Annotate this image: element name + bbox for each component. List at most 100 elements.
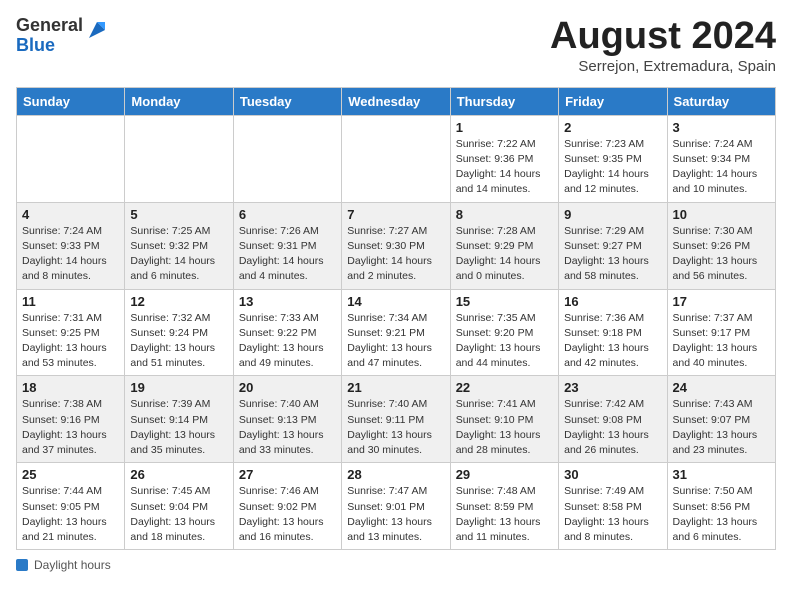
day-cell-empty-0-0 xyxy=(17,115,125,202)
day-cell-31: 31 Sunrise: 7:50 AM Sunset: 8:56 PM Dayli… xyxy=(667,463,775,550)
day-number: 15 xyxy=(456,294,553,309)
day-info: Sunrise: 7:30 AM Sunset: 9:26 PM Dayligh… xyxy=(673,224,770,285)
logo: General Blue xyxy=(16,16,109,56)
header-row: SundayMondayTuesdayWednesdayThursdayFrid… xyxy=(17,87,776,115)
day-info: Sunrise: 7:49 AM Sunset: 8:58 PM Dayligh… xyxy=(564,484,661,545)
day-number: 4 xyxy=(22,207,119,222)
day-cell-17: 17Sunrise: 7:37 AM Sunset: 9:17 PM Dayli… xyxy=(667,289,775,376)
col-header-wednesday: Wednesday xyxy=(342,87,450,115)
day-cell-11: 11Sunrise: 7:31 AM Sunset: 9:25 PM Dayli… xyxy=(17,289,125,376)
day-number: 30 xyxy=(564,467,661,482)
day-cell-2: 2 Sunrise: 7:23 AM Sunset: 9:35 PM Daylig… xyxy=(559,115,667,202)
day-info: Sunrise: 7:28 AM Sunset: 9:29 PM Dayligh… xyxy=(456,224,553,285)
day-cell-3: 3 Sunrise: 7:24 AM Sunset: 9:34 PM Daylig… xyxy=(667,115,775,202)
day-cell-10: 10 Sunrise: 7:30 AM Sunset: 9:26 PM Dayli… xyxy=(667,202,775,289)
day-number: 31 xyxy=(673,467,770,482)
logo-text: General Blue xyxy=(16,16,83,56)
col-header-thursday: Thursday xyxy=(450,87,558,115)
day-number: 14 xyxy=(347,294,444,309)
day-cell-24: 24Sunrise: 7:43 AM Sunset: 9:07 PM Dayli… xyxy=(667,376,775,463)
day-info: Sunrise: 7:31 AM Sunset: 9:25 PM Dayligh… xyxy=(22,311,119,372)
day-info: Sunrise: 7:48 AM Sunset: 8:59 PM Dayligh… xyxy=(456,484,553,545)
week-row-5: 25Sunrise: 7:44 AM Sunset: 9:05 PM Dayli… xyxy=(17,463,776,550)
day-number: 2 xyxy=(564,120,661,135)
day-cell-empty-0-1 xyxy=(125,115,233,202)
col-header-saturday: Saturday xyxy=(667,87,775,115)
footer-dot-icon xyxy=(16,559,28,571)
header: General Blue August 2024 Serrejon, Extre… xyxy=(16,16,776,75)
day-info: Sunrise: 7:35 AM Sunset: 9:20 PM Dayligh… xyxy=(456,311,553,372)
day-cell-1: 1Sunrise: 7:22 AM Sunset: 9:36 PM Daylig… xyxy=(450,115,558,202)
week-row-3: 11Sunrise: 7:31 AM Sunset: 9:25 PM Dayli… xyxy=(17,289,776,376)
day-number: 12 xyxy=(130,294,227,309)
week-row-4: 18Sunrise: 7:38 AM Sunset: 9:16 PM Dayli… xyxy=(17,376,776,463)
day-info: Sunrise: 7:44 AM Sunset: 9:05 PM Dayligh… xyxy=(22,484,119,545)
day-info: Sunrise: 7:50 AM Sunset: 8:56 PM Dayligh… xyxy=(673,484,770,545)
day-number: 26 xyxy=(130,467,227,482)
day-cell-20: 20 Sunrise: 7:40 AM Sunset: 9:13 PM Dayli… xyxy=(233,376,341,463)
footer-note: Daylight hours xyxy=(16,558,776,572)
day-cell-21: 21Sunrise: 7:40 AM Sunset: 9:11 PM Dayli… xyxy=(342,376,450,463)
day-cell-9: 9Sunrise: 7:29 AM Sunset: 9:27 PM Daylig… xyxy=(559,202,667,289)
day-info: Sunrise: 7:40 AM Sunset: 9:11 PM Dayligh… xyxy=(347,397,444,458)
day-number: 7 xyxy=(347,207,444,222)
day-info: Sunrise: 7:24 AM Sunset: 9:34 PM Dayligh… xyxy=(673,137,770,198)
day-info: Sunrise: 7:32 AM Sunset: 9:24 PM Dayligh… xyxy=(130,311,227,372)
day-cell-empty-0-2 xyxy=(233,115,341,202)
col-header-tuesday: Tuesday xyxy=(233,87,341,115)
day-cell-18: 18Sunrise: 7:38 AM Sunset: 9:16 PM Dayli… xyxy=(17,376,125,463)
col-header-sunday: Sunday xyxy=(17,87,125,115)
day-cell-13: 13 Sunrise: 7:33 AM Sunset: 9:22 PM Dayli… xyxy=(233,289,341,376)
day-info: Sunrise: 7:46 AM Sunset: 9:02 PM Dayligh… xyxy=(239,484,336,545)
day-number: 13 xyxy=(239,294,336,309)
day-number: 9 xyxy=(564,207,661,222)
day-number: 24 xyxy=(673,380,770,395)
day-number: 20 xyxy=(239,380,336,395)
week-row-2: 4 Sunrise: 7:24 AM Sunset: 9:33 PM Daylig… xyxy=(17,202,776,289)
subtitle: Serrejon, Extremadura, Spain xyxy=(550,58,776,75)
day-number: 23 xyxy=(564,380,661,395)
col-header-friday: Friday xyxy=(559,87,667,115)
day-number: 27 xyxy=(239,467,336,482)
day-info: Sunrise: 7:26 AM Sunset: 9:31 PM Dayligh… xyxy=(239,224,336,285)
day-cell-30: 30 Sunrise: 7:49 AM Sunset: 8:58 PM Dayli… xyxy=(559,463,667,550)
day-cell-14: 14 Sunrise: 7:34 AM Sunset: 9:21 PM Dayli… xyxy=(342,289,450,376)
day-cell-5: 5Sunrise: 7:25 AM Sunset: 9:32 PM Daylig… xyxy=(125,202,233,289)
day-cell-6: 6Sunrise: 7:26 AM Sunset: 9:31 PM Daylig… xyxy=(233,202,341,289)
day-cell-empty-0-3 xyxy=(342,115,450,202)
day-number: 8 xyxy=(456,207,553,222)
day-info: Sunrise: 7:22 AM Sunset: 9:36 PM Dayligh… xyxy=(456,137,553,198)
day-info: Sunrise: 7:27 AM Sunset: 9:30 PM Dayligh… xyxy=(347,224,444,285)
day-number: 17 xyxy=(673,294,770,309)
day-cell-7: 7 Sunrise: 7:27 AM Sunset: 9:30 PM Daylig… xyxy=(342,202,450,289)
day-number: 10 xyxy=(673,207,770,222)
day-number: 16 xyxy=(564,294,661,309)
day-info: Sunrise: 7:33 AM Sunset: 9:22 PM Dayligh… xyxy=(239,311,336,372)
footer-text: Daylight hours xyxy=(34,558,111,572)
day-number: 22 xyxy=(456,380,553,395)
day-cell-25: 25Sunrise: 7:44 AM Sunset: 9:05 PM Dayli… xyxy=(17,463,125,550)
day-number: 29 xyxy=(456,467,553,482)
day-info: Sunrise: 7:24 AM Sunset: 9:33 PM Dayligh… xyxy=(22,224,119,285)
day-info: Sunrise: 7:39 AM Sunset: 9:14 PM Dayligh… xyxy=(130,397,227,458)
day-info: Sunrise: 7:41 AM Sunset: 9:10 PM Dayligh… xyxy=(456,397,553,458)
calendar-table: SundayMondayTuesdayWednesdayThursdayFrid… xyxy=(16,87,776,550)
day-number: 19 xyxy=(130,380,227,395)
day-cell-19: 19 Sunrise: 7:39 AM Sunset: 9:14 PM Dayli… xyxy=(125,376,233,463)
day-cell-8: 8 Sunrise: 7:28 AM Sunset: 9:29 PM Daylig… xyxy=(450,202,558,289)
day-cell-27: 27 Sunrise: 7:46 AM Sunset: 9:02 PM Dayli… xyxy=(233,463,341,550)
day-cell-22: 22 Sunrise: 7:41 AM Sunset: 9:10 PM Dayli… xyxy=(450,376,558,463)
week-row-1: 1Sunrise: 7:22 AM Sunset: 9:36 PM Daylig… xyxy=(17,115,776,202)
day-info: Sunrise: 7:38 AM Sunset: 9:16 PM Dayligh… xyxy=(22,397,119,458)
day-info: Sunrise: 7:40 AM Sunset: 9:13 PM Dayligh… xyxy=(239,397,336,458)
col-header-monday: Monday xyxy=(125,87,233,115)
day-info: Sunrise: 7:23 AM Sunset: 9:35 PM Dayligh… xyxy=(564,137,661,198)
month-title: August 2024 xyxy=(550,16,776,58)
logo-general: General xyxy=(16,16,83,36)
day-info: Sunrise: 7:34 AM Sunset: 9:21 PM Dayligh… xyxy=(347,311,444,372)
day-number: 3 xyxy=(673,120,770,135)
day-cell-15: 15 Sunrise: 7:35 AM Sunset: 9:20 PM Dayli… xyxy=(450,289,558,376)
day-cell-23: 23Sunrise: 7:42 AM Sunset: 9:08 PM Dayli… xyxy=(559,376,667,463)
day-cell-29: 29 Sunrise: 7:48 AM Sunset: 8:59 PM Dayli… xyxy=(450,463,558,550)
day-info: Sunrise: 7:47 AM Sunset: 9:01 PM Dayligh… xyxy=(347,484,444,545)
